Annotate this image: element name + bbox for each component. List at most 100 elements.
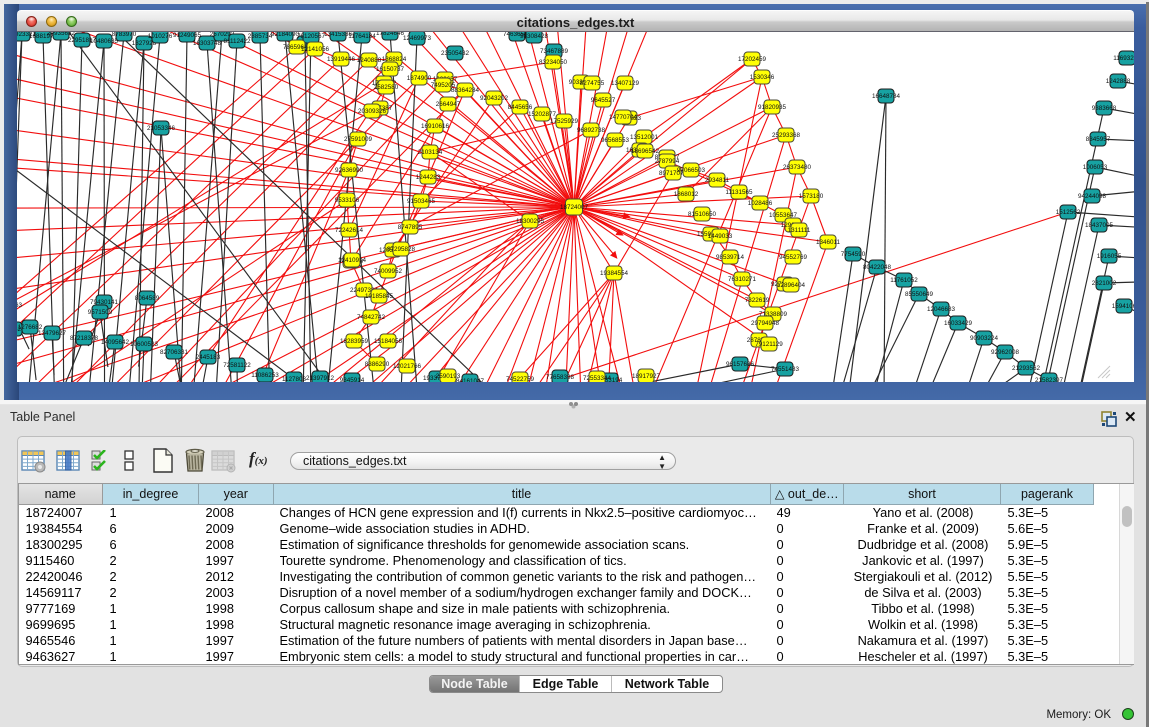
svg-text:16648784: 16648784	[872, 93, 901, 100]
svg-text:17824646: 17824646	[376, 31, 405, 37]
svg-text:23505432: 23505432	[441, 50, 470, 57]
svg-text:1868012: 1868012	[674, 191, 699, 198]
svg-text:1311111: 1311111	[788, 227, 811, 234]
svg-text:8747895: 8747895	[398, 224, 423, 231]
svg-text:87295828: 87295828	[387, 246, 416, 253]
svg-text:1573180: 1573180	[799, 193, 824, 200]
svg-text:72581122: 72581122	[223, 362, 251, 369]
svg-text:1240888: 1240888	[357, 57, 382, 64]
svg-text:2385734: 2385734	[248, 33, 273, 40]
svg-text:19384554: 19384554	[600, 270, 629, 277]
svg-text:1916055: 1916055	[1097, 253, 1122, 260]
svg-text:1346011: 1346011	[816, 239, 841, 246]
svg-text:1594106: 1594106	[1112, 303, 1134, 310]
svg-text:8445656: 8445656	[508, 104, 533, 111]
svg-text:11131565: 11131565	[725, 189, 753, 196]
svg-text:13479627: 13479627	[38, 330, 67, 337]
svg-text:7754590: 7754590	[841, 251, 866, 258]
svg-text:72242614: 72242614	[335, 227, 364, 234]
svg-text:10185845: 10185845	[365, 293, 394, 300]
svg-text:92636990: 92636990	[335, 167, 364, 174]
svg-text:98539714: 98539714	[716, 254, 745, 261]
svg-text:25293368: 25293368	[772, 132, 801, 139]
svg-text:13919446: 13919446	[327, 56, 356, 63]
svg-text:11693227: 11693227	[1113, 55, 1134, 62]
svg-text:1244283: 1244283	[416, 174, 441, 181]
svg-text:12896404: 12896404	[777, 282, 806, 289]
svg-text:1242888: 1242888	[1106, 78, 1131, 85]
svg-text:82706331: 82706331	[160, 349, 189, 356]
svg-text:11761052: 11761052	[890, 277, 918, 284]
svg-text:11764184: 11764184	[348, 33, 376, 40]
svg-text:83234050: 83234050	[539, 59, 568, 66]
svg-text:11086253: 11086253	[251, 372, 279, 379]
svg-text:10600583: 10600583	[130, 341, 159, 348]
svg-text:98308428: 98308428	[520, 33, 549, 40]
svg-text:85550649: 85550649	[905, 291, 934, 298]
svg-text:9345914: 9345914	[340, 377, 365, 382]
svg-text:29794948: 29794948	[751, 320, 780, 327]
svg-text:76310271: 76310271	[728, 276, 757, 283]
svg-text:8783970: 8783970	[112, 31, 137, 38]
svg-text:80422048: 80422048	[863, 264, 892, 271]
svg-text:16150737: 16150737	[376, 66, 405, 73]
svg-text:74009952: 74009952	[374, 268, 403, 275]
svg-text:16033429: 16033429	[944, 320, 973, 327]
svg-text:88364284: 88364284	[451, 87, 480, 94]
svg-text:74522759: 74522759	[506, 376, 535, 382]
svg-text:90903224: 90903224	[970, 335, 999, 342]
svg-text:94552769: 94552769	[779, 254, 808, 261]
svg-text:12021766: 12021766	[393, 363, 422, 370]
svg-text:26373480: 26373480	[783, 164, 812, 171]
svg-text:18724007: 18724007	[560, 204, 589, 211]
svg-text:2582580: 2582580	[374, 84, 399, 91]
svg-text:2934811: 2934811	[705, 177, 730, 184]
svg-text:96892738: 96892738	[577, 127, 606, 134]
svg-text:8345957: 8345957	[1086, 136, 1111, 143]
svg-text:9383668: 9383668	[1092, 105, 1117, 112]
svg-text:16910616: 16910616	[421, 123, 450, 130]
svg-text:13512001: 13512001	[630, 134, 659, 141]
svg-text:14095642: 14095642	[101, 339, 130, 346]
svg-text:9571509: 9571509	[88, 309, 113, 316]
svg-text:18300295: 18300295	[516, 218, 545, 225]
svg-text:77658398: 77658398	[546, 374, 575, 381]
svg-text:18437005: 18437005	[1085, 222, 1114, 229]
svg-text:78120567: 78120567	[297, 33, 326, 40]
svg-text:1449033: 1449033	[708, 233, 733, 240]
svg-text:13407129: 13407129	[611, 80, 640, 87]
svg-text:18917927: 18917927	[632, 373, 661, 380]
svg-text:91820935: 91820935	[758, 104, 787, 111]
svg-text:1010276: 1010276	[148, 33, 173, 40]
svg-text:91249065: 91249065	[173, 32, 202, 39]
svg-text:89250563: 89250563	[17, 302, 22, 309]
svg-text:12046683: 12046683	[927, 306, 956, 313]
svg-text:73467889: 73467889	[540, 48, 569, 55]
svg-text:74551483: 74551483	[771, 366, 800, 373]
svg-text:2103134: 2103134	[418, 149, 443, 156]
svg-text:92184090: 92184090	[271, 31, 300, 38]
svg-text:21053346: 21053346	[147, 125, 176, 132]
svg-text:81510650: 81510650	[688, 211, 717, 218]
svg-text:94244098: 94244098	[1078, 193, 1107, 200]
svg-text:1530346: 1530346	[750, 74, 775, 81]
svg-text:14770704: 14770704	[609, 114, 638, 121]
svg-text:96157686: 96157686	[726, 361, 755, 368]
svg-text:2787994: 2787994	[655, 158, 680, 165]
svg-text:97066503: 97066503	[677, 167, 706, 174]
svg-text:7322619: 7322619	[745, 297, 770, 304]
svg-text:20309326: 20309326	[358, 108, 387, 115]
svg-text:21582397: 21582397	[1035, 377, 1064, 382]
svg-text:21397912: 21397912	[306, 375, 335, 382]
svg-text:8064589: 8064589	[135, 295, 160, 302]
svg-text:8386290: 8386290	[365, 361, 390, 368]
svg-text:18283959: 18283959	[340, 338, 369, 345]
svg-text:1006053: 1006053	[1083, 164, 1108, 171]
svg-text:74842742: 74842742	[357, 314, 386, 321]
svg-text:12469973: 12469973	[403, 35, 432, 42]
svg-text:10480635: 10480635	[90, 38, 119, 45]
svg-text:8274755: 8274755	[580, 80, 605, 87]
svg-text:12141056: 12141056	[301, 46, 330, 53]
svg-text:1512562: 1512562	[1056, 209, 1081, 216]
svg-text:1127803: 1127803	[282, 376, 307, 382]
